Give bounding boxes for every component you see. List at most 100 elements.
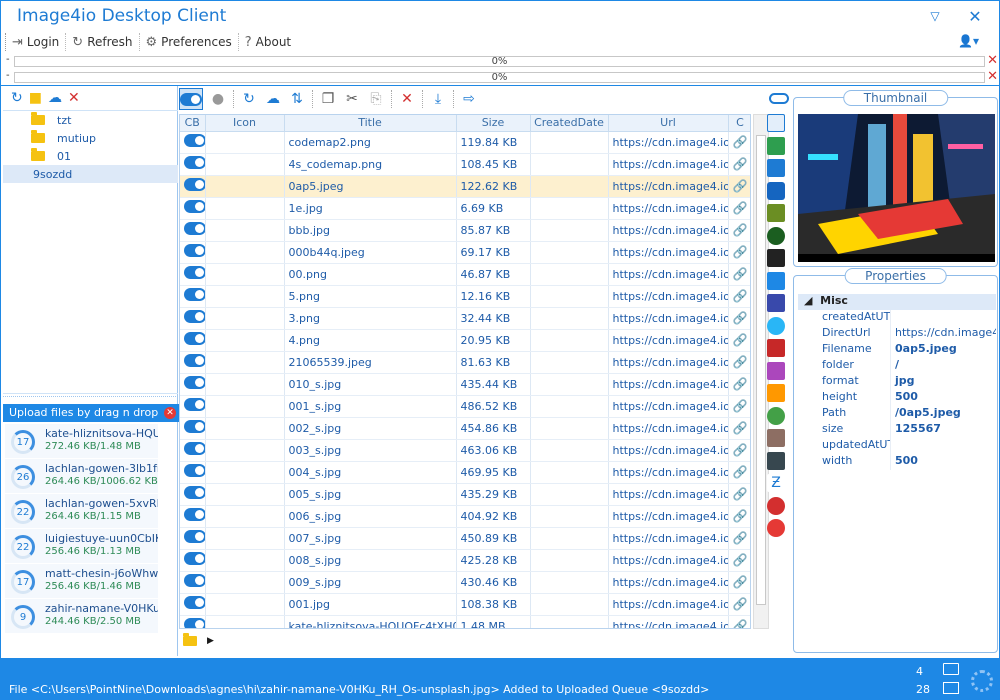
row-copy-link[interactable]: 🔗 xyxy=(728,329,750,352)
upload-dropzone-header[interactable]: Upload files by drag n drop ✕ xyxy=(3,404,180,422)
table-row[interactable]: 001.jpg108.38 KB https://cdn.image4.io/..… xyxy=(180,593,750,616)
row-toggle[interactable] xyxy=(180,571,206,594)
row-toggle[interactable] xyxy=(180,395,206,418)
row-toggle[interactable] xyxy=(180,241,206,264)
row-copy-link[interactable]: 🔗 xyxy=(728,593,750,616)
palette-icon[interactable] xyxy=(767,384,785,402)
row-copy-link[interactable]: 🔗 xyxy=(728,549,750,572)
toggle-icon[interactable] xyxy=(184,332,204,345)
sync-icon[interactable]: ⇅ xyxy=(288,91,306,107)
link-icon[interactable]: 🔗 xyxy=(733,443,748,457)
row-toggle[interactable] xyxy=(180,153,206,176)
row-copy-link[interactable]: 🔗 xyxy=(728,571,750,594)
link-icon[interactable]: 🔗 xyxy=(733,179,748,193)
row-copy-link[interactable]: 🔗 xyxy=(728,307,750,330)
row-toggle[interactable] xyxy=(180,615,206,628)
column-header-title[interactable]: Title xyxy=(284,115,457,132)
table-row[interactable]: 00.png46.87 KB https://cdn.image4.io/... 🔗 xyxy=(180,263,750,286)
property-group-header[interactable]: ◢ Misc xyxy=(798,294,996,310)
circle-icon[interactable] xyxy=(767,316,785,335)
toggle-icon[interactable] xyxy=(184,266,204,279)
link-icon[interactable]: 🔗 xyxy=(733,531,748,545)
adjust-icon[interactable] xyxy=(767,114,785,132)
property-row[interactable]: format jpg xyxy=(798,374,996,390)
table-row[interactable]: 003_s.jpg463.06 KB https://cdn.image4.io/… xyxy=(180,439,750,462)
preferences-button[interactable]: ⚙ Preferences xyxy=(138,33,238,51)
toggle-icon[interactable] xyxy=(184,530,204,543)
property-row[interactable]: folder / xyxy=(798,358,996,374)
row-copy-link[interactable]: 🔗 xyxy=(728,197,750,220)
row-copy-link[interactable]: 🔗 xyxy=(728,373,750,396)
row-copy-link[interactable]: 🔗 xyxy=(728,395,750,418)
toggle-icon[interactable] xyxy=(184,288,204,301)
row-toggle[interactable] xyxy=(180,131,206,154)
link-icon[interactable]: 🔗 xyxy=(733,267,748,281)
upload-item[interactable]: 17 matt-chesin-j6oWhw7l4cE-unsplash.jpg25… xyxy=(5,564,158,599)
toggle-icon[interactable] xyxy=(184,244,204,257)
refresh-icon[interactable]: ↻ xyxy=(240,91,258,107)
table-row[interactable]: 009_s.jpg430.46 KB https://cdn.image4.io/… xyxy=(180,571,750,594)
table-row[interactable]: 006_s.jpg404.92 KB https://cdn.image4.io/… xyxy=(180,505,750,528)
row-copy-link[interactable]: 🔗 xyxy=(728,241,750,264)
tree-item-folder[interactable]: tzt xyxy=(3,111,178,129)
link-icon[interactable]: 🔗 xyxy=(733,597,748,611)
panel-splitter[interactable] xyxy=(3,396,178,402)
row-copy-link[interactable]: 🔗 xyxy=(728,131,750,154)
tree-item-selected[interactable]: 9sozdd xyxy=(3,165,178,183)
stop-icon[interactable] xyxy=(767,519,785,537)
image-icon[interactable] xyxy=(767,429,785,447)
property-row[interactable]: width 500 xyxy=(798,454,996,470)
row-copy-link[interactable]: 🔗 xyxy=(728,263,750,286)
toggle-icon[interactable] xyxy=(184,442,204,455)
cloud-upload-icon[interactable]: ☁ xyxy=(48,90,62,106)
property-row[interactable]: DirectUrl https://cdn.image4.io/ xyxy=(798,326,996,342)
row-copy-link[interactable]: 🔗 xyxy=(728,219,750,242)
login-button[interactable]: ⇥ Login xyxy=(5,33,65,51)
paste-icon[interactable]: ⎘ xyxy=(367,91,385,107)
column-header-createddate[interactable]: CreatedDate xyxy=(530,115,609,132)
row-copy-link[interactable]: 🔗 xyxy=(728,153,750,176)
table-row[interactable]: 0ap5.jpeg122.62 KB https://cdn.image4.io/… xyxy=(180,175,750,198)
table-row[interactable]: codemap2.png 119.84 KB https://cdn.image4.… xyxy=(180,131,750,154)
power-icon[interactable] xyxy=(767,496,785,515)
pen-icon[interactable] xyxy=(767,361,785,380)
link-icon[interactable]: 🔗 xyxy=(733,465,748,479)
link-icon[interactable]: 🔗 xyxy=(733,377,748,391)
row-copy-link[interactable]: 🔗 xyxy=(728,527,750,550)
toggle-icon[interactable] xyxy=(184,398,204,411)
toggle-icon[interactable] xyxy=(184,486,204,499)
link-icon[interactable]: 🔗 xyxy=(733,553,748,567)
toggle-icon[interactable] xyxy=(184,596,204,609)
toggle-icon[interactable] xyxy=(184,552,204,565)
tree-item-folder[interactable]: 01 xyxy=(3,147,178,165)
table-row[interactable]: 007_s.jpg450.89 KB https://cdn.image4.io/… xyxy=(180,527,750,550)
property-row[interactable]: size 125567 xyxy=(798,422,996,438)
row-copy-link[interactable]: 🔗 xyxy=(728,615,750,628)
toggle-icon[interactable] xyxy=(184,464,204,477)
progress-cancel-icon-1[interactable]: ✕ xyxy=(987,53,998,68)
new-folder-icon[interactable]: ■ xyxy=(29,90,42,106)
row-copy-link[interactable]: 🔗 xyxy=(728,285,750,308)
toggle-icon[interactable] xyxy=(184,376,204,389)
toggle-icon[interactable] xyxy=(184,222,204,235)
gallery-view-icon[interactable]: ● xyxy=(209,91,227,107)
property-row[interactable]: createdAtUTC xyxy=(798,310,996,326)
row-toggle[interactable] xyxy=(180,373,206,396)
row-toggle[interactable] xyxy=(180,549,206,572)
table-row[interactable]: 000b44q.jpeg 69.17 KB https://cdn.image4.i… xyxy=(180,241,750,264)
toggle-icon[interactable] xyxy=(184,178,204,191)
toggle-icon[interactable] xyxy=(184,156,204,169)
row-toggle[interactable] xyxy=(180,461,206,484)
row-toggle[interactable] xyxy=(180,307,206,330)
row-toggle[interactable] xyxy=(180,483,206,506)
table-row[interactable]: kate-hliznitsova-HQUOFc4tXH0-... 1.48 MB h… xyxy=(180,615,750,628)
row-copy-link[interactable]: 🔗 xyxy=(728,439,750,462)
toggle-icon[interactable] xyxy=(184,200,204,213)
toggle-icon[interactable] xyxy=(184,574,204,587)
window-icon[interactable] xyxy=(767,294,785,312)
link-icon[interactable]: 🔗 xyxy=(733,487,748,501)
export-icon[interactable]: ⇨ xyxy=(460,91,478,107)
upload-clear-icon[interactable]: ✕ xyxy=(164,407,176,419)
row-toggle[interactable] xyxy=(180,197,206,220)
row-toggle[interactable] xyxy=(180,593,206,616)
